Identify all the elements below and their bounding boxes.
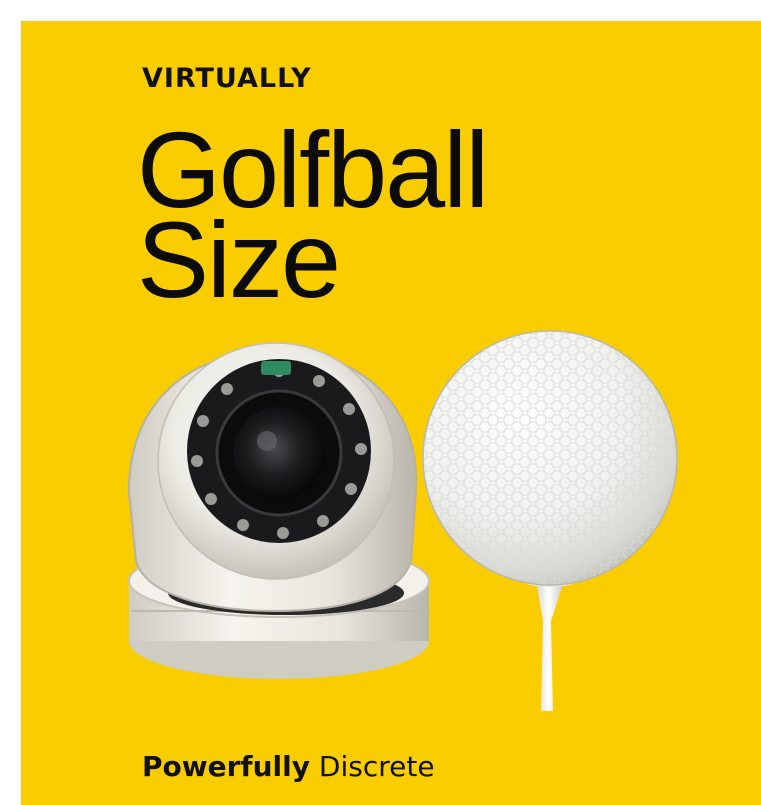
camera-lens-glint — [257, 431, 277, 451]
camera-lens — [233, 407, 325, 499]
tagline-rest: Discrete — [318, 750, 435, 783]
tagline-strong: Powerfully — [142, 750, 310, 783]
product-illustration — [127, 330, 678, 711]
tagline: Powerfully Discrete — [142, 753, 435, 781]
camera-sensor — [261, 361, 291, 375]
promo-panel: VIRTUALLY Golfball Size Powerfully Discr… — [21, 21, 761, 805]
dome-camera-illustration — [127, 342, 430, 679]
tee-shape — [536, 581, 564, 711]
golf-ball-illustration — [422, 330, 678, 711]
